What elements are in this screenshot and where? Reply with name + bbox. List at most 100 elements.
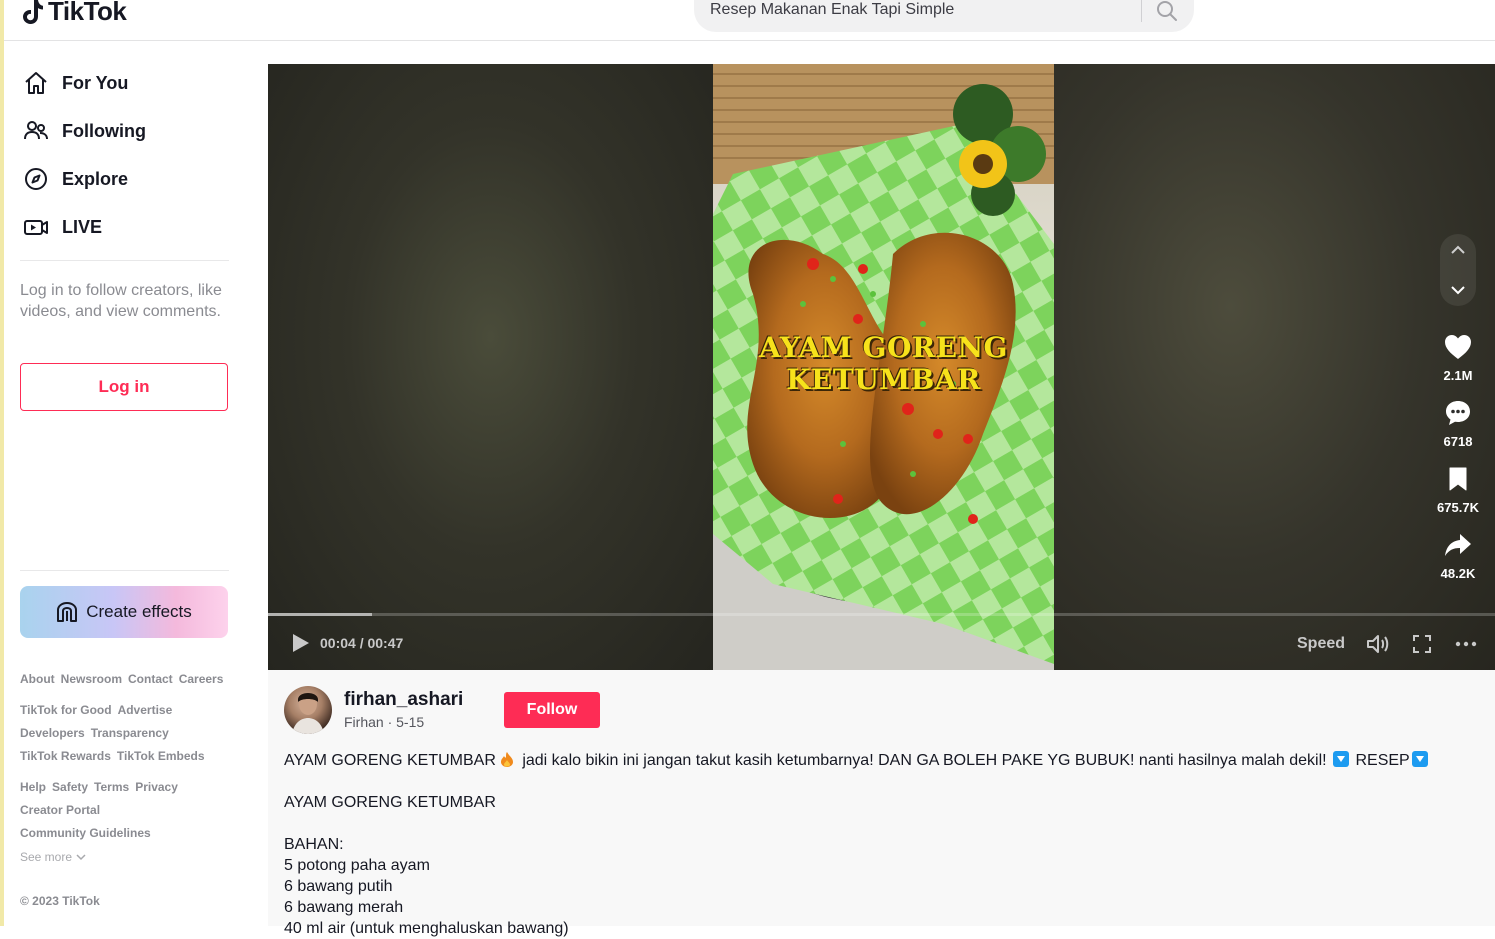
search-icon[interactable] (1156, 0, 1178, 22)
see-more-link[interactable]: See more (20, 850, 86, 864)
nav-live[interactable]: LIVE (22, 213, 102, 241)
down-arrow-emoji-icon (1411, 751, 1428, 767)
footer-links-row: About Newsroom Contact Careers (20, 672, 223, 686)
share-action[interactable]: 48.2K (1428, 530, 1488, 581)
footer-link[interactable]: Advertise (118, 703, 173, 717)
video-player[interactable]: AYAM GORENG KETUMBAR 2.1M 6718 675.7K 48… (268, 64, 1495, 670)
like-count: 2.1M (1443, 368, 1473, 383)
like-action[interactable]: 2.1M (1428, 332, 1488, 383)
chevron-down-icon (76, 854, 86, 861)
fullscreen-icon[interactable] (1412, 634, 1432, 654)
avatar[interactable] (284, 686, 332, 734)
footer-link[interactable]: Community Guidelines (20, 826, 151, 840)
divider (20, 570, 229, 571)
down-arrow-emoji-icon (1333, 751, 1350, 767)
footer-link[interactable]: Newsroom (61, 672, 122, 686)
compass-icon (22, 165, 50, 193)
nav-explore[interactable]: Explore (22, 165, 128, 193)
footer-link[interactable]: Privacy (135, 780, 178, 794)
video-nav-arrows (1440, 234, 1476, 306)
home-icon (22, 69, 50, 97)
overlay-line: KETUMBAR (786, 363, 981, 396)
people-icon (22, 117, 50, 145)
footer-link[interactable]: Contact (128, 672, 173, 686)
more-options-icon[interactable] (1454, 634, 1478, 654)
desc-bahan: BAHAN: (284, 836, 344, 853)
nav-label: Explore (62, 168, 129, 189)
login-hint: Log in to follow creators, like videos, … (20, 282, 222, 320)
ingredient-item: 6 bawang putih (284, 878, 393, 895)
desc-title: AYAM GORENG KETUMBAR (284, 794, 496, 811)
sidebar: For You Following Explore LIVE Log in to… (4, 41, 249, 926)
footer-links-row: Help Safety Terms Privacy (20, 780, 178, 794)
chevron-down-icon[interactable] (1450, 284, 1466, 296)
footer-link[interactable]: Developers (20, 726, 85, 740)
speed-button[interactable]: Speed (1297, 635, 1345, 653)
chevron-up-icon[interactable] (1450, 244, 1466, 256)
footer-link[interactable]: Terms (94, 780, 129, 794)
effects-house-icon (57, 602, 78, 622)
tiktok-note-icon (23, 0, 43, 24)
ingredient-item: 5 potong paha ayam (284, 857, 430, 874)
top-header: TikTok Resep Makanan Enak Tapi Simple (4, 0, 1495, 41)
overlay-line: AYAM GORENG (759, 331, 1008, 364)
footer-link[interactable]: About (20, 672, 55, 686)
video-time: 00:04 / 00:47 (320, 635, 404, 651)
tiktok-logo[interactable]: TikTok (20, 0, 127, 27)
footer-links-row: TikTok Rewards TikTok Embeds (20, 749, 205, 763)
heart-icon (1428, 332, 1488, 362)
footer-links-row: TikTok for Good Advertise (20, 703, 172, 717)
progress-fill (268, 613, 373, 616)
video-frame: AYAM GORENG KETUMBAR (713, 64, 1054, 670)
follow-button[interactable]: Follow (504, 692, 600, 728)
effects-label: Create effects (86, 602, 192, 621)
nav-label: Following (62, 120, 146, 141)
see-more-label: See more (20, 850, 73, 864)
progress-track[interactable] (268, 613, 1495, 616)
search-bar[interactable]: Resep Makanan Enak Tapi Simple (694, 0, 1194, 32)
footer-link[interactable]: Creator Portal (20, 803, 100, 817)
search-divider (1141, 0, 1142, 22)
fire-emoji-icon (500, 752, 513, 767)
footer-link[interactable]: Transparency (91, 726, 169, 740)
desc-line: AYAM GORENG KETUMBAR jadi kalo bikin ini… (284, 750, 1474, 771)
ingredient-item: 40 ml air (untuk menghaluskan bawang) (284, 920, 569, 937)
nav-label: For You (62, 72, 129, 93)
divider (20, 260, 229, 261)
create-effects-button[interactable]: Create effects (20, 586, 228, 638)
volume-icon[interactable] (1366, 633, 1390, 655)
post-description: AYAM GORENG KETUMBAR jadi kalo bikin ini… (284, 750, 1474, 939)
footer-links-row: Creator Portal (20, 803, 100, 817)
ingredient-item: 6 bawang merah (284, 899, 404, 916)
bookmark-action[interactable]: 675.7K (1428, 464, 1488, 515)
footer-link[interactable]: Help (20, 780, 46, 794)
logo-text: TikTok (48, 0, 127, 26)
play-icon[interactable] (292, 633, 310, 653)
nav-label: LIVE (62, 216, 103, 237)
username[interactable]: firhan_ashari (344, 689, 463, 711)
blurred-background-left (268, 64, 713, 670)
nav-for-you[interactable]: For You (22, 69, 128, 97)
comment-count: 6718 (1443, 434, 1473, 449)
footer-link[interactable]: Safety (52, 780, 88, 794)
author-subtitle: Firhan · 5-15 (344, 714, 425, 730)
post-info: firhan_ashari Firhan · 5-15 Follow AYAM … (268, 670, 1495, 937)
footer-link[interactable]: Careers (179, 672, 224, 686)
footer-links-row: Community Guidelines (20, 826, 151, 840)
share-icon (1428, 530, 1488, 560)
desc-text: AYAM GORENG KETUMBAR (284, 752, 496, 769)
comment-action[interactable]: 6718 (1428, 398, 1488, 449)
footer-link[interactable]: TikTok Embeds (117, 749, 205, 763)
comment-icon (1428, 398, 1488, 428)
bookmark-icon (1428, 464, 1488, 494)
bookmark-count: 675.7K (1437, 500, 1479, 515)
live-icon (22, 213, 50, 241)
nav-following[interactable]: Following (22, 117, 146, 145)
footer-link[interactable]: TikTok for Good (20, 703, 112, 717)
footer-link[interactable]: TikTok Rewards (20, 749, 111, 763)
share-count: 48.2K (1440, 566, 1476, 581)
login-button[interactable]: Log in (20, 363, 228, 411)
desc-text: RESEP (1355, 752, 1410, 769)
search-input[interactable]: Resep Makanan Enak Tapi Simple (710, 1, 954, 19)
